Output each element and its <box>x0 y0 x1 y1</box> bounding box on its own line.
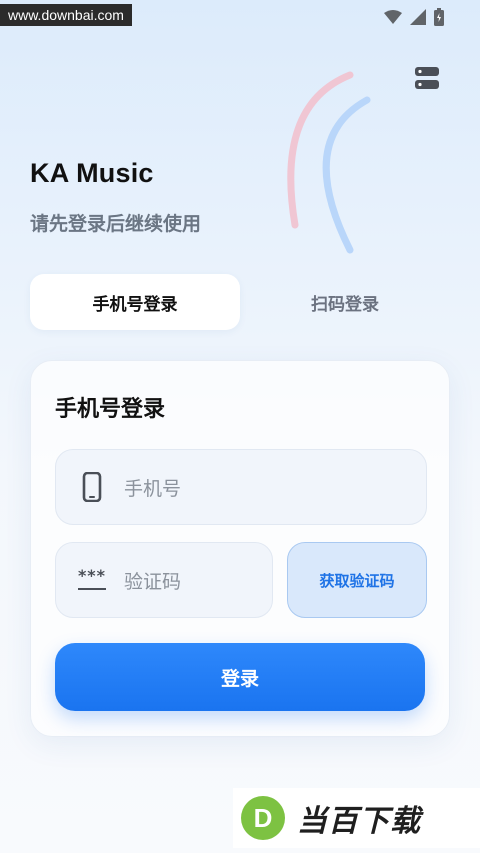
app-title: KA Music <box>30 158 154 188</box>
brand-watermark: D 当百下载 <box>233 788 480 848</box>
get-code-button[interactable]: 获取验证码 <box>287 542 427 618</box>
login-tabs: 手机号登录 扫码登录 <box>30 274 450 330</box>
decorative-arcs <box>287 71 371 254</box>
tab-phone-login[interactable]: 手机号登录 <box>30 274 240 330</box>
password-dots-icon: *** <box>72 568 112 590</box>
phone-input[interactable]: 手机号 <box>55 449 427 525</box>
signal-icon <box>410 9 426 25</box>
code-input[interactable]: *** 验证码 <box>55 542 273 618</box>
wifi-icon <box>384 10 402 24</box>
tab-qr-login[interactable]: 扫码登录 <box>240 274 450 330</box>
battery-icon <box>434 8 444 26</box>
app-subtitle: 请先登录后继续使用 <box>30 213 202 235</box>
phone-placeholder: 手机号 <box>124 477 182 500</box>
svg-text:D: D <box>254 803 273 833</box>
brand-text: 当百下载 <box>297 804 421 839</box>
server-icon[interactable] <box>414 65 440 91</box>
site-watermark: www.downbai.com <box>0 4 132 26</box>
card-title: 手机号登录 <box>55 397 166 422</box>
status-bar <box>384 8 444 26</box>
login-button[interactable]: 登录 <box>55 643 425 711</box>
login-card: 手机号登录 手机号 *** 验证码 获取验证码 登录 <box>30 360 450 737</box>
brand-logo-icon: D <box>241 796 285 840</box>
code-placeholder: 验证码 <box>124 570 182 593</box>
phone-icon <box>72 472 112 502</box>
